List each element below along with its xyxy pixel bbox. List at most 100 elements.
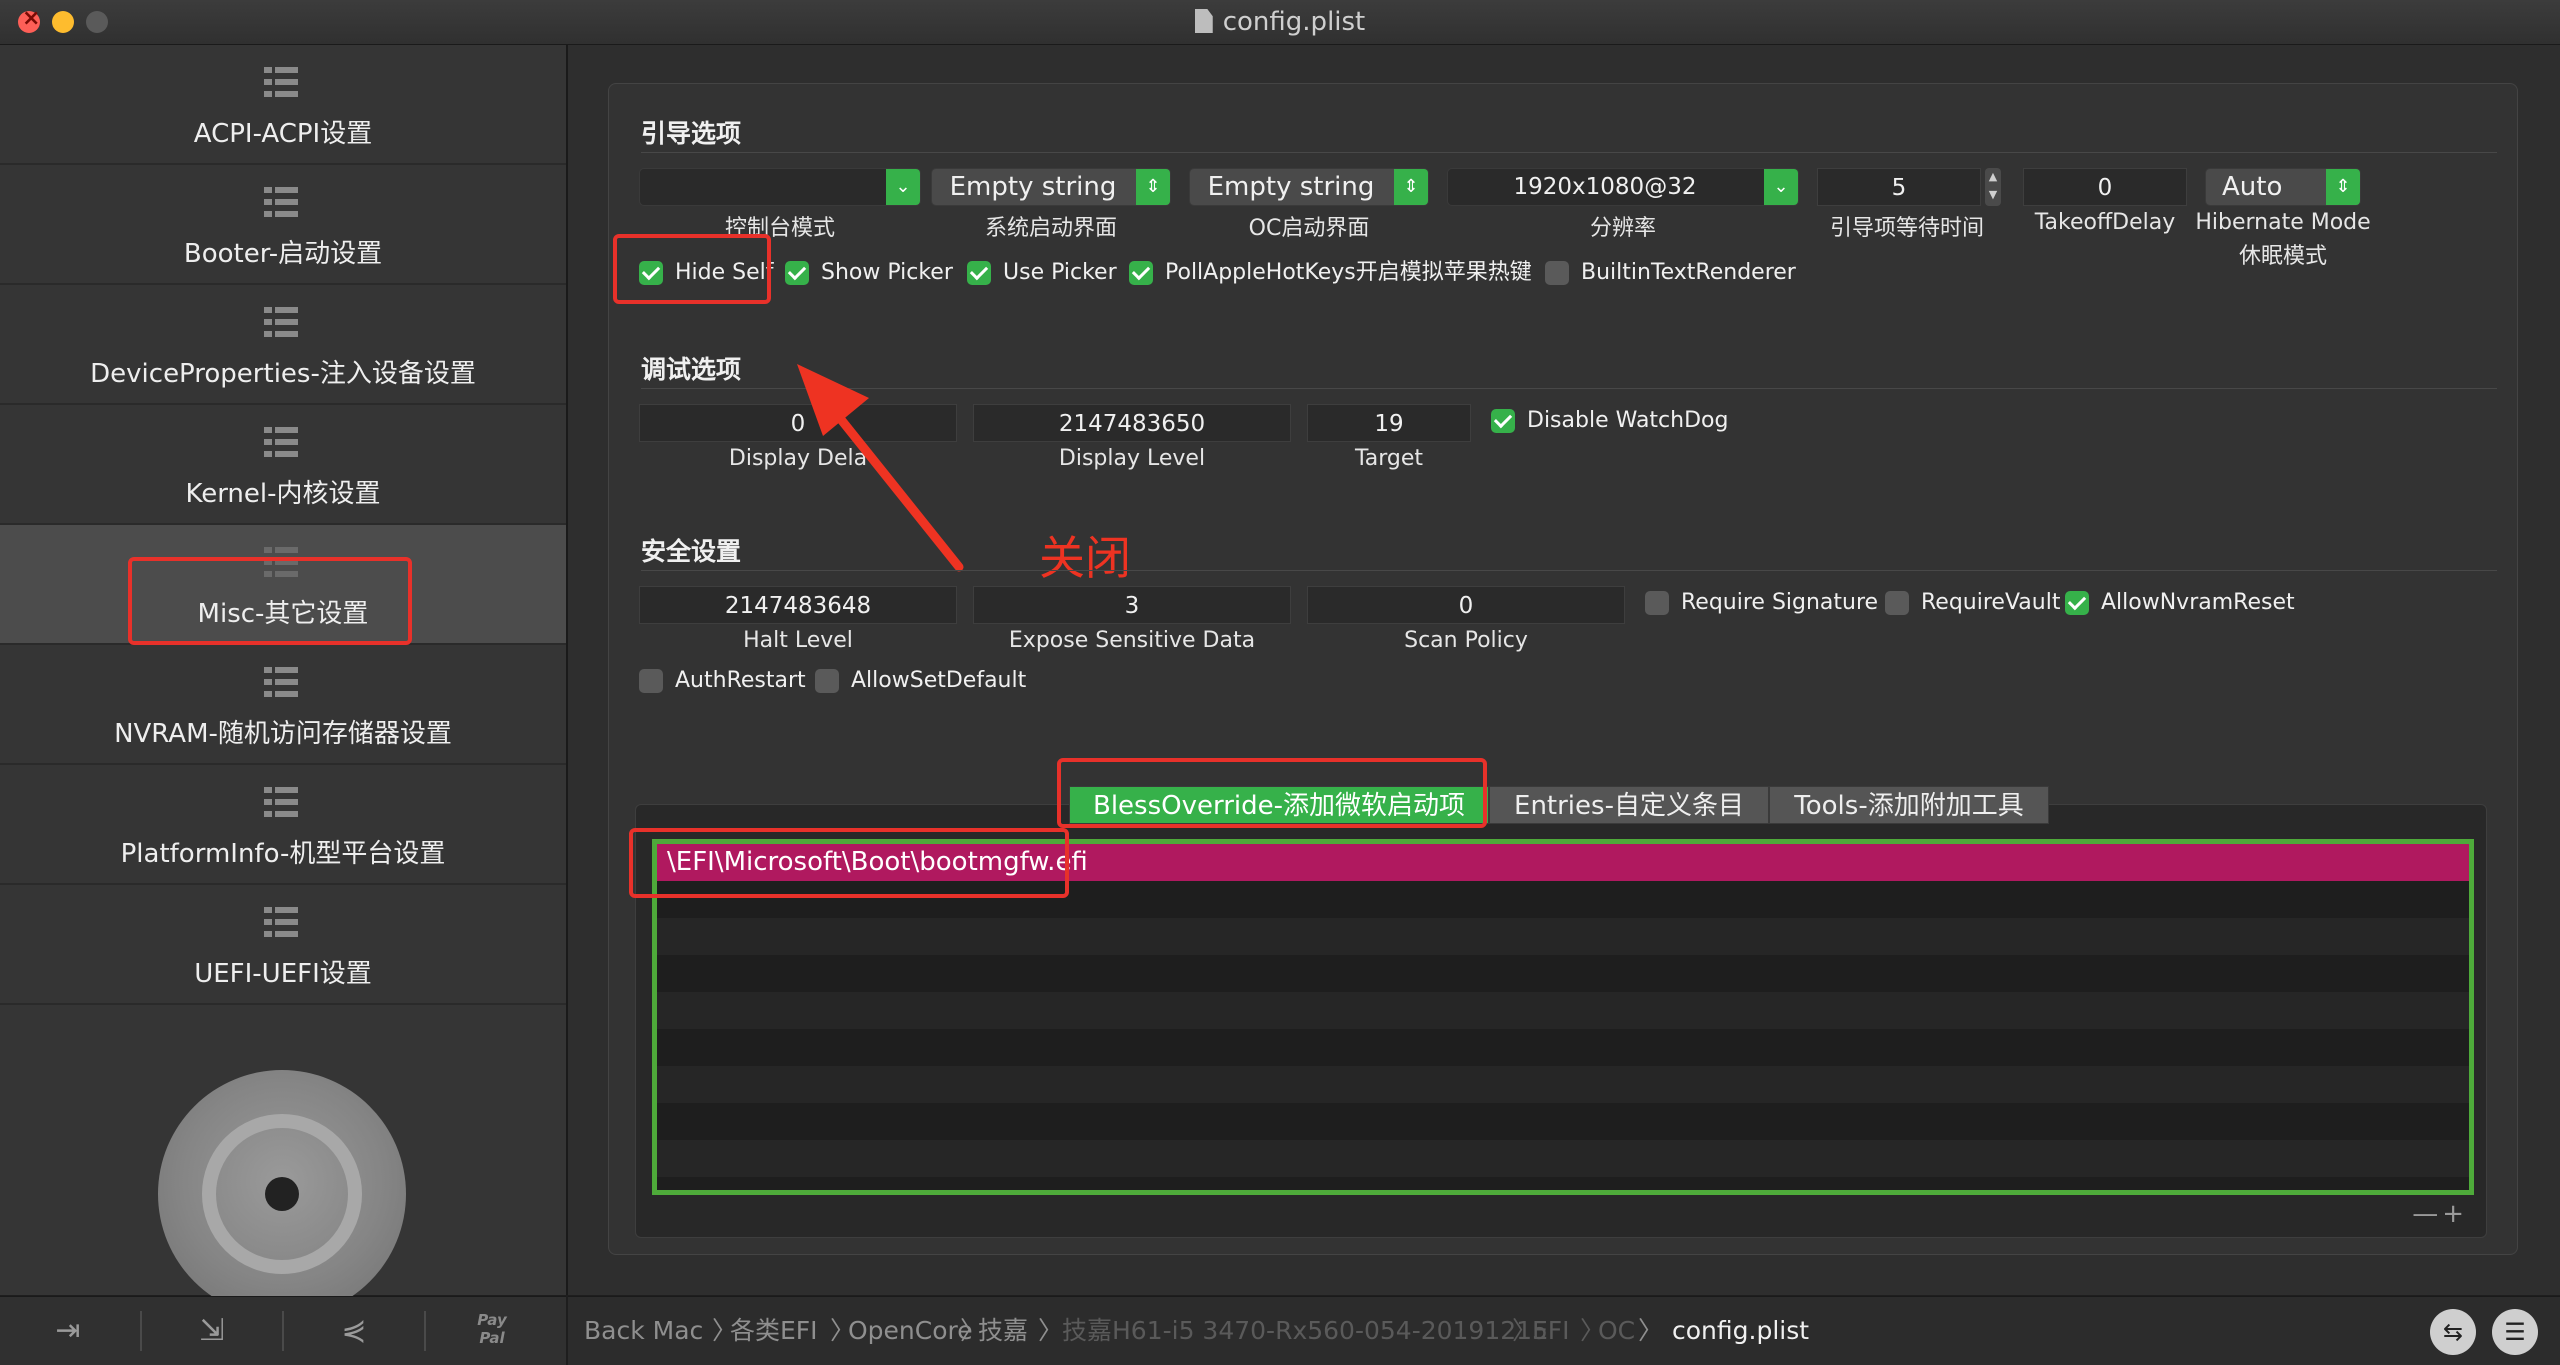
updown-chevron-icon: ⇕ [1136, 169, 1170, 205]
halt-level-field[interactable]: 2147483648 [639, 586, 957, 624]
table-row[interactable] [657, 992, 2469, 1029]
disc-icon [158, 1070, 406, 1318]
timeout-stepper[interactable]: ▲ ▼ [1985, 168, 2001, 206]
paypal-icon[interactable]: Pay Pal [472, 1311, 512, 1351]
sidebar-item-nvram[interactable]: NVRAM-随机访问存储器设置 [0, 645, 566, 765]
swap-arrows-icon[interactable]: ⇆ [2430, 1309, 2476, 1355]
window-title: config.plist [0, 0, 2560, 44]
section-divider [641, 152, 2497, 153]
checkbox-checked-icon [2065, 591, 2089, 615]
sidebar-item-label: UEFI-UEFI设置 [194, 959, 372, 989]
breadcrumb-current[interactable]: config.plist [1672, 1297, 1809, 1365]
list-icon [264, 187, 298, 217]
takeoff-delay-field[interactable]: 0 [2023, 168, 2187, 206]
breadcrumb-item[interactable]: OpenCore [848, 1297, 973, 1365]
misc-settings-panel: 引导选项 ⌄ 控制台模式 Empty string ⇕ 系统启动界面 Empty… [608, 83, 2518, 1255]
add-remove-row-buttons[interactable]: —+ [2412, 1199, 2468, 1229]
hibernate-mode-label: Hibernate Mode [2195, 210, 2371, 235]
sidebar-item-label: PlatformInfo-机型平台设置 [120, 839, 446, 869]
chevron-down-icon: ⌄ [1764, 169, 1798, 205]
breadcrumb-item[interactable]: 技嘉H61-i5 3470-Rx560-054-20191215 [1062, 1297, 1548, 1365]
checkbox-checked-icon [785, 261, 809, 285]
halt-level-label: Halt Level [743, 628, 853, 653]
sidebar-item-platforminfo[interactable]: PlatformInfo-机型平台设置 [0, 765, 566, 885]
system-ui-label: 系统启动界面 [984, 216, 1117, 241]
hibernate-mode-sublabel: 休眠模式 [2238, 244, 2327, 269]
chevron-down-icon: ⌄ [886, 169, 920, 205]
sidebar-item-label: Booter-启动设置 [183, 239, 383, 269]
sidebar-item-label: ACPI-ACPI设置 [193, 119, 373, 149]
timeout-field[interactable]: 5 [1817, 168, 1981, 206]
console-mode-select[interactable]: ⌄ [639, 168, 921, 206]
path-breadcrumb-bar: Back Mac 〉 各类EFI 〉 OpenCore 〉 技嘉 〉 技嘉H61… [568, 1296, 2560, 1365]
checkbox-unchecked-icon [1885, 591, 1909, 615]
checkbox-unchecked-icon [1545, 261, 1569, 285]
annotation-arrow [797, 364, 964, 572]
table-row[interactable] [657, 918, 2469, 955]
tab-entries[interactable]: Entries-自定义条目 [1489, 786, 1769, 824]
sidebar-toolbar: ⇥ ⇲ ⋞ Pay Pal [0, 1296, 566, 1365]
checkbox-unchecked-icon [1645, 591, 1669, 615]
display-level-field[interactable]: 2147483650 [973, 404, 1291, 442]
share-icon[interactable]: ⋞ [334, 1311, 374, 1351]
hibernate-mode-select[interactable]: Auto ⇕ [2205, 168, 2361, 206]
takeoff-delay-label: TakeoffDelay [2034, 210, 2176, 235]
timeout-label: 引导项等待时间 [1829, 216, 1984, 241]
export-icon[interactable]: ⇲ [192, 1311, 232, 1351]
breadcrumb-item[interactable]: Back Mac [584, 1297, 703, 1365]
breadcrumb-item[interactable]: EFI [1532, 1297, 1570, 1365]
table-row[interactable] [657, 1103, 2469, 1140]
section-title-boot: 引导选项 [641, 119, 742, 148]
checkbox-checked-icon [967, 261, 991, 285]
sidebar-item-booter[interactable]: Booter-启动设置 [0, 165, 566, 285]
sidebar-item-kernel[interactable]: Kernel-内核设置 [0, 405, 566, 525]
expose-sensitive-data-label: Expose Sensitive Data [1008, 628, 1256, 653]
sidebar-item-deviceproperties[interactable]: DeviceProperties-注入设备设置 [0, 285, 566, 405]
oc-ui-label: OC启动界面 [1248, 216, 1370, 241]
import-icon[interactable]: ⇥ [48, 1311, 88, 1351]
sidebar-item-acpi[interactable]: ACPI-ACPI设置 [0, 45, 566, 165]
expose-sensitive-data-field[interactable]: 3 [973, 586, 1291, 624]
sidebar-item-uefi[interactable]: UEFI-UEFI设置 [0, 885, 566, 1005]
toolbar-divider [282, 1311, 284, 1351]
table-row[interactable] [657, 955, 2469, 992]
section-divider [641, 570, 2497, 571]
annotation-highlight-misc [128, 557, 412, 645]
resolution-select[interactable]: 1920x1080@32 ⌄ [1447, 168, 1799, 206]
table-row[interactable] [657, 1140, 2469, 1177]
section-title-security: 安全设置 [641, 537, 742, 566]
oc-ui-select[interactable]: Empty string ⇕ [1189, 168, 1429, 206]
updown-chevron-icon: ⇕ [2326, 169, 2360, 205]
annotation-highlight-bless-tab [1057, 758, 1487, 828]
breadcrumb-item[interactable]: 各类EFI [730, 1297, 818, 1365]
tab-tools[interactable]: Tools-添加附加工具 [1769, 786, 2049, 824]
sidebar: ACPI-ACPI设置 Booter-启动设置 DeviceProperties… [0, 45, 568, 1318]
document-icon [1194, 9, 1213, 33]
breadcrumb-item[interactable]: 技嘉 [978, 1297, 1028, 1365]
checkbox-unchecked-icon [815, 669, 839, 693]
system-ui-select[interactable]: Empty string ⇕ [931, 168, 1171, 206]
scan-policy-field[interactable]: 0 [1307, 586, 1625, 624]
list-icon [264, 787, 298, 817]
list-menu-icon[interactable]: ☰ [2492, 1309, 2538, 1355]
list-icon [264, 907, 298, 937]
table-row[interactable] [657, 1066, 2469, 1103]
annotation-highlight-hide-self [613, 234, 771, 304]
annotation-close-label: 关闭 [1039, 531, 1131, 585]
list-icon [264, 67, 298, 97]
checkbox-checked-icon [1491, 409, 1515, 433]
updown-chevron-icon: ⇕ [1394, 169, 1428, 205]
checkbox-checked-icon [1129, 261, 1153, 285]
list-icon [264, 427, 298, 457]
sidebar-item-label: NVRAM-随机访问存储器设置 [114, 719, 452, 749]
list-icon [264, 307, 298, 337]
main-content: 引导选项 ⌄ 控制台模式 Empty string ⇕ 系统启动界面 Empty… [568, 45, 2560, 1295]
toolbar-divider [424, 1311, 426, 1351]
target-field[interactable]: 19 [1307, 404, 1471, 442]
chevron-right-icon: 〉 [1038, 1316, 1064, 1345]
resolution-label: 分辨率 [1589, 216, 1656, 241]
table-row[interactable] [657, 1029, 2469, 1066]
breadcrumb-item[interactable]: OC [1598, 1297, 1635, 1365]
sidebar-item-label: DeviceProperties-注入设备设置 [90, 359, 476, 389]
section-title-debug: 调试选项 [641, 355, 742, 384]
